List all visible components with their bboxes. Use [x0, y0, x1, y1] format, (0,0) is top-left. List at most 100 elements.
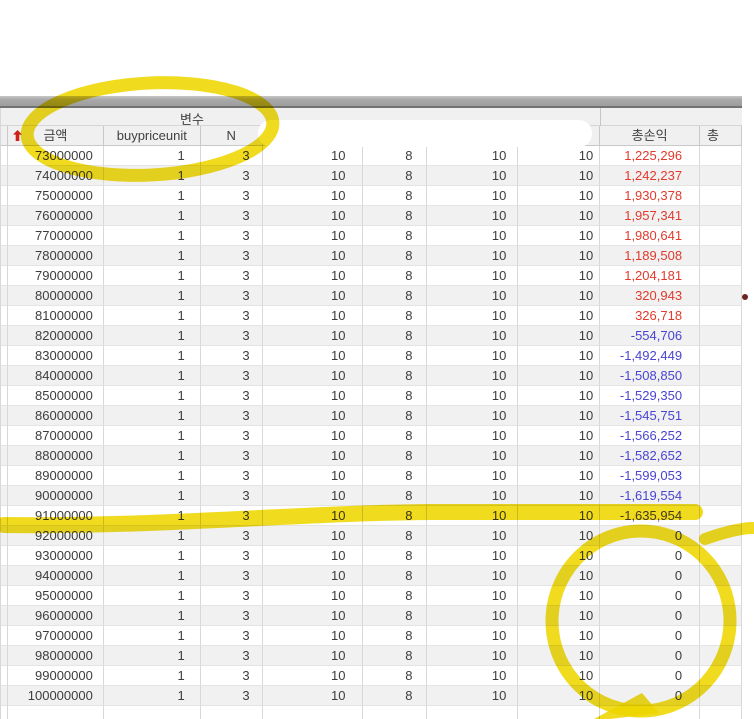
cell-amount[interactable]: 80000000	[8, 286, 104, 306]
cell-n[interactable]: 3	[201, 146, 263, 166]
cell-n[interactable]: 3	[201, 426, 263, 446]
cell-param7[interactable]: 10	[518, 326, 600, 346]
cell-param7[interactable]: 10	[518, 306, 600, 326]
cell-param5[interactable]: 8	[363, 426, 428, 446]
cell-param6[interactable]: 10	[427, 486, 518, 506]
cell-amount[interactable]: 93000000	[8, 546, 104, 566]
cell-amount[interactable]: 81000000	[8, 306, 104, 326]
cell-amount[interactable]: 76000000	[8, 206, 104, 226]
cell-total-cut[interactable]	[700, 626, 742, 646]
cell-total-pl[interactable]: 1,204,181	[600, 266, 700, 286]
cell-buypriceunit[interactable]: 1	[104, 426, 201, 446]
cell-param5[interactable]: 8	[363, 146, 428, 166]
cell-buypriceunit[interactable]: 1	[104, 586, 201, 606]
row-gutter[interactable]	[1, 146, 8, 166]
cell-param5[interactable]: 8	[363, 546, 428, 566]
cell-param6[interactable]: 10	[427, 286, 518, 306]
cell-n[interactable]: 3	[201, 366, 263, 386]
cell-param5[interactable]: 8	[363, 606, 428, 626]
cell-param5[interactable]: 8	[363, 566, 428, 586]
cell-buypriceunit[interactable]: 1	[104, 386, 201, 406]
cell-total-pl[interactable]: -1,529,350	[600, 386, 700, 406]
cell-param7[interactable]: 10	[518, 666, 600, 686]
cell-amount[interactable]: 88000000	[8, 446, 104, 466]
cell-param7[interactable]: 10	[518, 526, 600, 546]
cell-n[interactable]: 3	[201, 286, 263, 306]
cell-param6[interactable]: 10	[427, 406, 518, 426]
cell-param4[interactable]: 10	[263, 506, 363, 526]
cell-total-cut[interactable]	[700, 306, 742, 326]
cell-total-pl[interactable]: -1,619,554	[600, 486, 700, 506]
cell-total-pl[interactable]: 1,242,237	[600, 166, 700, 186]
row-gutter[interactable]	[1, 546, 8, 566]
cell-param7[interactable]: 10	[518, 246, 600, 266]
cell-total-pl[interactable]: -1,582,652	[600, 446, 700, 466]
cell-param4[interactable]: 10	[263, 606, 363, 626]
cell-buypriceunit[interactable]: 1	[104, 266, 201, 286]
cell-param7[interactable]: 10	[518, 646, 600, 666]
row-gutter[interactable]	[1, 566, 8, 586]
row-gutter[interactable]	[1, 426, 8, 446]
cell-param4[interactable]: 10	[263, 366, 363, 386]
cell-param6[interactable]: 10	[427, 526, 518, 546]
cell-param6[interactable]: 10	[427, 646, 518, 666]
cell-param7[interactable]: 10	[518, 426, 600, 446]
cell-param6[interactable]: 10	[427, 366, 518, 386]
row-gutter[interactable]	[1, 506, 8, 526]
cell-total-cut[interactable]	[700, 666, 742, 686]
empty-cell[interactable]	[518, 706, 600, 719]
cell-total-cut[interactable]	[700, 586, 742, 606]
cell-param6[interactable]: 10	[427, 306, 518, 326]
cell-param7[interactable]: 10	[518, 486, 600, 506]
cell-param6[interactable]: 10	[427, 506, 518, 526]
cell-param5[interactable]: 8	[363, 306, 428, 326]
cell-amount[interactable]: 85000000	[8, 386, 104, 406]
cell-total-pl[interactable]: 1,957,341	[600, 206, 700, 226]
cell-param5[interactable]: 8	[363, 526, 428, 546]
cell-param6[interactable]: 10	[427, 426, 518, 446]
cell-total-pl[interactable]: 0	[600, 566, 700, 586]
cell-total-pl[interactable]: -1,635,954	[600, 506, 700, 526]
cell-param4[interactable]: 10	[263, 586, 363, 606]
cell-param7[interactable]: 10	[518, 626, 600, 646]
cell-amount[interactable]: 73000000	[8, 146, 104, 166]
cell-total-cut[interactable]	[700, 506, 742, 526]
cell-param5[interactable]: 8	[363, 166, 428, 186]
cell-param6[interactable]: 10	[427, 626, 518, 646]
cell-param5[interactable]: 8	[363, 666, 428, 686]
cell-n[interactable]: 3	[201, 566, 263, 586]
cell-param7[interactable]: 10	[518, 346, 600, 366]
cell-buypriceunit[interactable]: 1	[104, 226, 201, 246]
cell-amount[interactable]: 86000000	[8, 406, 104, 426]
column-header-buypriceunit[interactable]: buypriceunit	[104, 126, 201, 145]
row-gutter[interactable]	[1, 466, 8, 486]
row-gutter[interactable]	[1, 186, 8, 206]
cell-param4[interactable]: 10	[263, 546, 363, 566]
cell-total-pl[interactable]: 0	[600, 626, 700, 646]
cell-buypriceunit[interactable]: 1	[104, 306, 201, 326]
cell-n[interactable]: 3	[201, 506, 263, 526]
cell-total-cut[interactable]	[700, 566, 742, 586]
empty-cell[interactable]	[201, 706, 263, 719]
cell-buypriceunit[interactable]: 1	[104, 646, 201, 666]
cell-buypriceunit[interactable]: 1	[104, 566, 201, 586]
cell-param7[interactable]: 10	[518, 606, 600, 626]
cell-n[interactable]: 3	[201, 186, 263, 206]
cell-param5[interactable]: 8	[363, 486, 428, 506]
cell-n[interactable]: 3	[201, 446, 263, 466]
cell-param5[interactable]: 8	[363, 186, 428, 206]
cell-total-cut[interactable]	[700, 646, 742, 666]
cell-param4[interactable]: 10	[263, 246, 363, 266]
cell-param6[interactable]: 10	[427, 146, 518, 166]
cell-n[interactable]: 3	[201, 266, 263, 286]
cell-param5[interactable]: 8	[363, 646, 428, 666]
cell-total-cut[interactable]	[700, 546, 742, 566]
cell-param7[interactable]: 10	[518, 566, 600, 586]
cell-total-cut[interactable]	[700, 366, 742, 386]
row-gutter[interactable]	[1, 306, 8, 326]
cell-param6[interactable]: 10	[427, 266, 518, 286]
cell-n[interactable]: 3	[201, 686, 263, 706]
cell-param4[interactable]: 10	[263, 646, 363, 666]
cell-param7[interactable]: 10	[518, 166, 600, 186]
cell-n[interactable]: 3	[201, 586, 263, 606]
